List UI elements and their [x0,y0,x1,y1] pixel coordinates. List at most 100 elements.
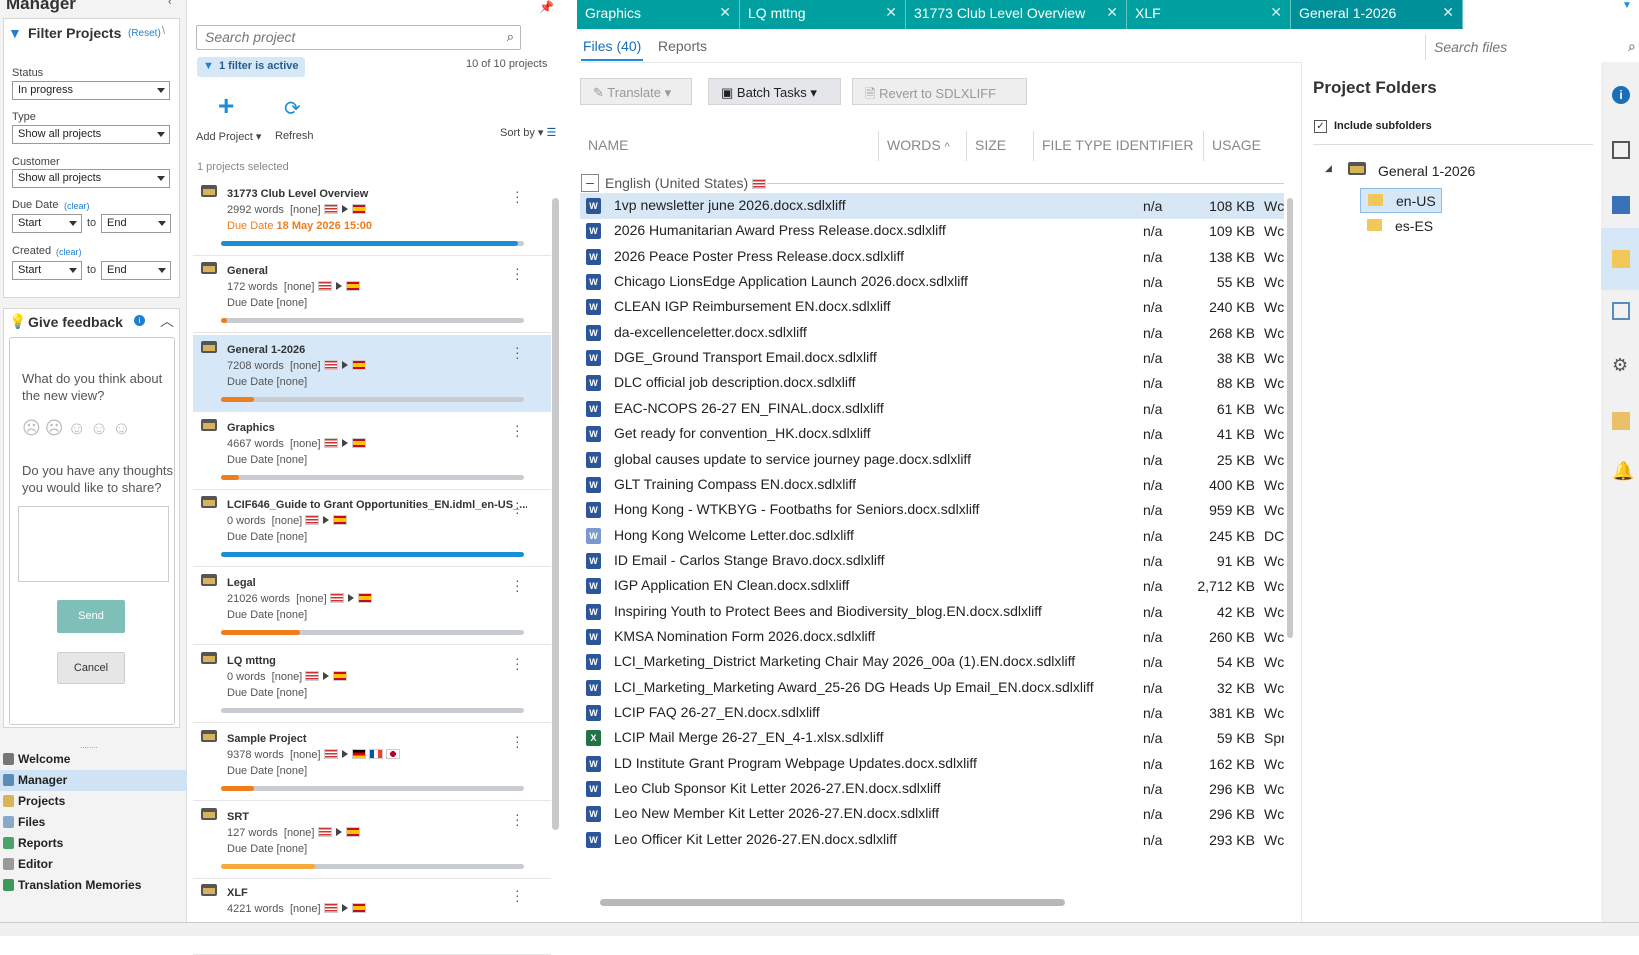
project-card[interactable]: SRT 127 words [none] Due Date [none] · · · [193,802,551,879]
feedback-textarea[interactable] [18,506,169,582]
file-row[interactable]: W EAC-NCOPS 26-27 EN_FINAL.docx.sdlxliff… [580,396,1284,422]
add-project-icon[interactable]: + [218,92,234,120]
created-end-select[interactable]: End [101,261,171,280]
collapse-icon[interactable]: ‹ [168,0,172,8]
nav-projects[interactable]: Projects [0,791,187,812]
project-search-input[interactable] [205,29,485,45]
add-project-button[interactable]: Add Project ▾ [196,130,261,143]
project-card[interactable]: LCIF646_Guide to Grant Opportunities_EN.… [193,490,551,567]
close-icon[interactable]: ✕ [719,4,731,21]
close-icon[interactable]: ✕ [1106,4,1118,21]
file-row[interactable]: W LD Institute Grant Program Webpage Upd… [580,751,1284,777]
more-options-icon[interactable]: · · · [515,573,520,597]
tree-expand-icon[interactable]: ◢ [1325,163,1332,174]
translate-button[interactable]: ✎ Translate ▾ [580,78,692,105]
project-card[interactable]: General 172 words [none] Due Date [none]… [193,256,551,333]
file-list-vscrollbar[interactable] [1287,198,1293,638]
chevron-down-icon[interactable]: ▼ [1622,0,1632,11]
more-options-icon[interactable]: · · · [515,883,520,907]
file-row[interactable]: X LCIP Mail Merge 26-27_EN_4-1.xlsx.sdlx… [580,725,1284,751]
file-row[interactable]: W LCI_Marketing_Marketing Award_25-26 DG… [580,675,1284,701]
nav-reports[interactable]: Reports [0,833,187,854]
nav-welcome[interactable]: Welcome [0,749,187,770]
more-options-icon[interactable]: · · · [515,340,520,364]
column-size[interactable]: SIZE [975,137,1006,157]
gear-icon[interactable]: ⚙ [1612,356,1630,374]
folder-es-es[interactable]: es-ES [1360,214,1442,239]
project-card[interactable]: Graphics 4667 words [none] Due Date [non… [193,413,551,490]
search-icon[interactable]: ⌕ [507,29,514,45]
rating-faces-icon[interactable]: ☹☹☺☺☺ [22,418,135,439]
file-row[interactable]: W DGE_Ground Transport Email.docx.sdlxli… [580,345,1284,371]
file-row[interactable]: W KMSA Nomination Form 2026.docx.sdlxlif… [580,624,1284,650]
bell-icon[interactable]: 🔔 [1612,462,1634,480]
customer-select[interactable]: Show all projects [12,169,170,188]
column-file-type[interactable]: FILE TYPE IDENTIFIER [1042,137,1193,157]
report-icon[interactable] [1612,302,1630,320]
tab-files[interactable]: Files (40) [583,38,641,54]
info-icon[interactable]: i [134,315,145,326]
calendar-icon[interactable] [1612,412,1630,430]
file-row[interactable]: W GLT Training Compass EN.docx.sdlxliff … [580,472,1284,498]
due-start-select[interactable]: Start [12,214,82,233]
file-search-input[interactable] [1434,39,1614,55]
grid-icon[interactable] [1612,196,1630,214]
column-words[interactable]: WORDS ^ [887,137,950,157]
file-row[interactable]: W Hong Kong - WTKBYG - Footbaths for Sen… [580,497,1284,523]
tab-xlf[interactable]: XLF ✕ [1127,0,1291,29]
pin-icon[interactable]: \ [162,25,165,37]
send-button[interactable]: Send [57,600,125,633]
close-icon[interactable]: ✕ [1442,4,1454,21]
file-list-hscrollbar[interactable] [600,899,1065,906]
more-options-icon[interactable]: · · · [515,261,520,285]
info-icon[interactable]: i [1612,86,1630,104]
file-row[interactable]: W 2026 Humanitarian Award Press Release.… [580,218,1284,244]
file-row[interactable]: W Leo Officer Kit Letter 2026-27.EN.docx… [580,827,1284,853]
folder-en-us[interactable]: en-US [1360,188,1442,213]
folders-panel-toggle[interactable] [1601,228,1639,290]
more-options-icon[interactable]: · · · [515,729,520,753]
filter-reset-link[interactable]: (Reset) [128,28,161,39]
chevron-up-icon[interactable]: ︿ [160,311,174,331]
search-icon[interactable]: ⌕ [1628,38,1639,55]
type-select[interactable]: Show all projects [12,125,170,144]
revert-button[interactable]: 🗎 Revert to SDLXLIFF [852,78,1027,105]
more-options-icon[interactable]: · · · [515,807,520,831]
file-row[interactable]: W IGP Application EN Clean.docx.sdlxliff… [580,573,1284,599]
project-card[interactable]: General 1-2026 7208 words [none] Due Dat… [193,335,551,412]
nav-editor[interactable]: Editor [0,854,187,875]
close-icon[interactable]: ✕ [1270,4,1282,21]
project-card[interactable]: Sample Project 9378 words [none] Due Dat… [193,724,551,801]
file-row[interactable]: W 1vp newsletter june 2026.docx.sdlxliff… [580,193,1284,219]
project-card[interactable]: LQ mttng 0 words [none] Due Date [none] … [193,646,551,723]
file-row[interactable]: W da-excellenceletter.docx.sdlxliff n/a … [580,320,1284,346]
more-options-icon[interactable]: · · · [515,495,520,519]
file-row[interactable]: W DLC official job description.docx.sdlx… [580,370,1284,396]
status-select[interactable]: In progress [12,81,170,100]
tab-lq-mttng[interactable]: LQ mttng ✕ [740,0,906,29]
project-search-box[interactable]: ⌕ [196,25,521,50]
collapse-group-icon[interactable]: – [581,174,599,192]
properties-icon[interactable] [1612,141,1630,159]
project-card[interactable]: 31773 Club Level Overview 2992 words [no… [193,179,551,256]
refresh-button[interactable]: Refresh [275,130,314,142]
folder-root[interactable]: General 1-2026 [1378,163,1475,179]
pin-icon[interactable]: 📌 [539,0,554,14]
tab-general-1-2026[interactable]: General 1-2026 ✕ [1291,0,1463,29]
more-options-icon[interactable]: · · · [515,651,520,675]
file-row[interactable]: W Chicago LionsEdge Application Launch 2… [580,269,1284,295]
file-row[interactable]: W Leo Club Sponsor Kit Letter 2026-27.EN… [580,776,1284,802]
file-row[interactable]: W CLEAN IGP Reimbursement EN.docx.sdlxli… [580,294,1284,320]
more-options-icon[interactable]: · · · [515,418,520,442]
nav-manager[interactable]: Manager [0,770,187,791]
project-card[interactable]: XLF 4221 words [none] · · · [193,878,551,955]
file-row[interactable]: W 2026 Peace Poster Press Release.docx.s… [580,244,1284,270]
column-name[interactable]: NAME [588,137,628,157]
more-options-icon[interactable]: · · · [515,184,520,208]
file-row[interactable]: W Inspiring Youth to Protect Bees and Bi… [580,599,1284,625]
project-card[interactable]: Legal 21026 words [none] Due Date [none]… [193,568,551,645]
file-row[interactable]: W LCIP FAQ 26-27_EN.docx.sdlxliff n/a 38… [580,700,1284,726]
filter-active-badge[interactable]: ▼ 1 filter is active [197,57,305,77]
column-usage[interactable]: USAGE [1212,137,1261,157]
file-row[interactable]: W Hong Kong Welcome Letter.doc.sdlxliff … [580,523,1284,549]
